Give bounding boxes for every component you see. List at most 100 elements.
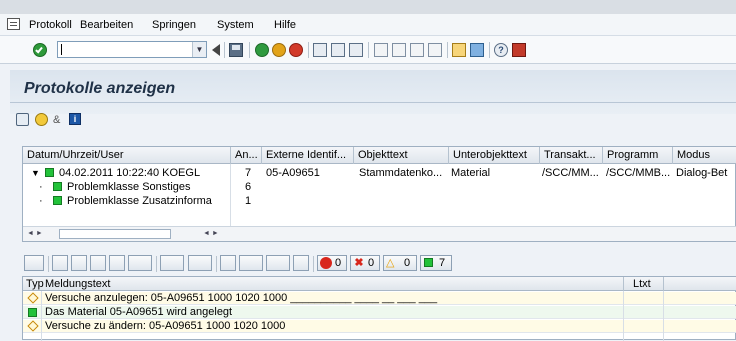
- tree-node-label: 04.02.2011 10:22:40 KOEGL: [59, 167, 201, 179]
- column-header[interactable]: Datum/Uhrzeit/User: [23, 147, 231, 164]
- find-icon[interactable]: [90, 255, 106, 271]
- scroll-thumb[interactable]: [59, 229, 171, 239]
- layout-icon[interactable]: [266, 255, 290, 271]
- toolbar-separator: [313, 256, 314, 272]
- warning-filter-button[interactable]: △ 0: [383, 255, 417, 271]
- success-filter-button[interactable]: 7: [420, 255, 452, 271]
- column-divider: [230, 164, 231, 226]
- log-tree: Datum/Uhrzeit/User An... Externe Identif…: [22, 146, 736, 242]
- grid-icon[interactable]: [293, 255, 309, 271]
- help-icon[interactable]: ?: [494, 43, 508, 57]
- program: /SCC/MMB...: [606, 167, 671, 179]
- column-header[interactable]: An...: [231, 147, 262, 164]
- customize-layout-icon[interactable]: [512, 43, 526, 57]
- message-list: Typ Meldungstext Ltxt Versuche anzulegen…: [22, 276, 736, 341]
- print-icon[interactable]: [313, 43, 327, 57]
- error-filter-button[interactable]: ✖ 0: [350, 255, 380, 271]
- first-page-icon[interactable]: [374, 43, 388, 57]
- find-next-icon[interactable]: [109, 255, 125, 271]
- menu-system[interactable]: System: [217, 19, 254, 31]
- column-header[interactable]: Modus: [673, 147, 736, 164]
- technical-info-icon[interactable]: [16, 113, 29, 126]
- background-window-strip: [0, 0, 736, 14]
- tree-row[interactable]: · Problemklasse Zusatzinforma 1: [23, 194, 736, 208]
- stop-count: 0: [335, 257, 342, 269]
- back-triangle-icon[interactable]: [212, 44, 220, 56]
- info-icon[interactable]: i: [69, 113, 81, 125]
- export-icon[interactable]: [239, 255, 263, 271]
- stop-filter-button[interactable]: 0: [317, 255, 347, 271]
- tree-row[interactable]: ▼ 04.02.2011 10:22:40 KOEGL 7 05-A09651 …: [23, 166, 736, 180]
- set-filter-icon[interactable]: [128, 255, 152, 271]
- external-id: 05-A09651: [266, 167, 320, 179]
- last-page-icon[interactable]: [428, 43, 442, 57]
- list-row[interactable]: Das Material 05-A09651 wird angelegt: [23, 306, 736, 319]
- save-icon[interactable]: [229, 43, 243, 57]
- column-divider: [623, 277, 624, 291]
- cancel-icon[interactable]: [289, 43, 303, 57]
- toolbar-separator: [308, 42, 309, 58]
- text-caret: [61, 44, 62, 55]
- details-icon[interactable]: [24, 255, 44, 271]
- find-icon[interactable]: [331, 43, 345, 57]
- list-row[interactable]: Versuche zu ändern: 05-A09651 1000 1020 …: [23, 320, 736, 333]
- toolbar-separator: [368, 42, 369, 58]
- column-header[interactable]: Objekttext: [354, 147, 449, 164]
- column-header[interactable]: Typ: [26, 277, 44, 291]
- green-square-icon: [28, 308, 37, 317]
- glasses-icon[interactable]: &: [53, 114, 60, 126]
- column-header[interactable]: Transakt...: [540, 147, 603, 164]
- menu-icon[interactable]: [7, 18, 20, 30]
- view-icon[interactable]: [220, 255, 236, 271]
- success-count: 7: [439, 257, 446, 269]
- error-icon: ✖: [354, 257, 364, 269]
- expand-icon[interactable]: ▼: [31, 166, 40, 180]
- tree-node-label: Problemklasse Sonstiges: [67, 181, 191, 193]
- green-status-icon: [45, 168, 54, 177]
- column-header[interactable]: Externe Identif...: [262, 147, 354, 164]
- menu-bearbeiten[interactable]: Bearbeiten: [80, 19, 133, 31]
- message-text: Versuche zu ändern: 05-A09651 1000 1020 …: [45, 320, 286, 332]
- next-page-icon[interactable]: [410, 43, 424, 57]
- horizontal-scrollbar[interactable]: ◄ ► ◄ ►: [23, 226, 736, 241]
- column-header[interactable]: Unterobjekttext: [449, 147, 540, 164]
- message-text: Das Material 05-A09651 wird angelegt: [45, 306, 233, 318]
- green-status-icon: [53, 182, 62, 191]
- transaction: /SCC/MM...: [542, 167, 599, 179]
- exit-icon[interactable]: [272, 43, 286, 57]
- column-header[interactable]: Meldungstext: [45, 277, 110, 291]
- tree-header: Datum/Uhrzeit/User An... Externe Identif…: [23, 147, 736, 164]
- sum-icon[interactable]: [160, 255, 184, 271]
- scroll-right-icon[interactable]: ◄ ►: [203, 230, 219, 237]
- mode: Dialog-Bet: [676, 167, 728, 179]
- object-text: Stammdatenko...: [359, 167, 443, 179]
- enter-check-icon[interactable]: [33, 43, 47, 57]
- column-divider: [623, 291, 624, 341]
- warning-triangle-icon: △: [386, 257, 395, 269]
- back-icon[interactable]: [255, 43, 269, 57]
- command-field[interactable]: ▼: [57, 41, 207, 58]
- subtotal-icon[interactable]: [188, 255, 212, 271]
- new-session-icon[interactable]: [452, 43, 466, 57]
- print-list-icon[interactable]: [52, 255, 68, 271]
- warning-diamond-icon: [27, 292, 39, 306]
- list-row[interactable]: Versuche anzulegen: 05-A09651 1000 1020 …: [23, 292, 736, 305]
- find-next-icon[interactable]: [349, 43, 363, 57]
- filter-icon[interactable]: [71, 255, 87, 271]
- column-header[interactable]: Programm: [603, 147, 673, 164]
- warning-count: 0: [404, 257, 411, 269]
- tree-row[interactable]: · Problemklasse Sonstiges 6: [23, 180, 736, 194]
- scroll-left-icon[interactable]: ◄ ►: [27, 230, 43, 237]
- toolbar-separator: [156, 256, 157, 272]
- help-icon[interactable]: [35, 113, 48, 126]
- application-toolbar: & i: [10, 108, 736, 132]
- menu-hilfe[interactable]: Hilfe: [274, 19, 296, 31]
- menu-springen[interactable]: Springen: [152, 19, 196, 31]
- menu-protokoll[interactable]: Protokoll: [29, 19, 72, 31]
- column-header[interactable]: Ltxt: [633, 277, 651, 291]
- previous-page-icon[interactable]: [392, 43, 406, 57]
- toolbar-separator: [447, 42, 448, 58]
- toolbar-separator: [249, 42, 250, 58]
- command-dropdown-icon[interactable]: ▼: [192, 42, 206, 57]
- shortcut-icon[interactable]: [470, 43, 484, 57]
